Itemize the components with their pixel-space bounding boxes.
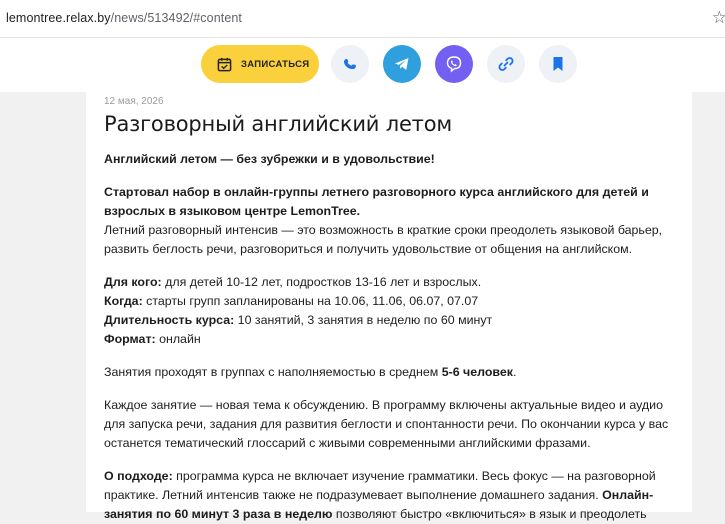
telegram-button[interactable] <box>383 45 421 83</box>
bookmark-icon <box>553 57 563 71</box>
bookmark-star-icon[interactable]: ☆ <box>712 8 725 28</box>
bookmark-button[interactable] <box>539 45 577 83</box>
fact-label-duration: Длительность курса: <box>104 313 235 327</box>
approach-text: программа курса не включает изучение гра… <box>104 469 656 502</box>
fact-label-format: Формат: <box>104 332 156 346</box>
lesson-paragraph: Каждое занятие — новая тема к обсуждению… <box>104 398 669 450</box>
fact-value-duration: 10 занятий, 3 занятия в неделю по 60 мин… <box>234 313 493 327</box>
phone-icon <box>343 58 356 69</box>
address-bar[interactable]: lemontree.relax.by/news/513492/#content … <box>0 0 725 38</box>
facts-block: Для кого: для детей 10-12 лет, подростко… <box>104 273 674 349</box>
article-date: 12 мая, 2026 <box>104 96 164 107</box>
approach-end: позволяют быстро «включиться» в язык и п… <box>332 507 647 521</box>
calendar-icon <box>217 57 232 71</box>
fact-value-format: онлайн <box>155 332 201 346</box>
telegram-icon <box>395 58 409 70</box>
intro-text: Летний разговорный интенсив — это возмож… <box>104 223 663 256</box>
url-path: /news/513492/#content <box>110 11 243 25</box>
url-host: lemontree.relax.by <box>6 11 111 25</box>
article-title: Разговорный английский летом <box>104 112 452 136</box>
groups-paragraph: Занятия проходят в группах с наполняемос… <box>104 363 674 382</box>
fact-label-audience: Для кого: <box>104 275 162 289</box>
approach-label: О подходе: <box>104 469 173 483</box>
phone-button[interactable] <box>331 45 369 83</box>
link-icon <box>498 57 514 71</box>
groups-size: 5-6 человек <box>441 365 513 379</box>
lead-text: Английский летом — без зубрежки и в удов… <box>104 152 435 166</box>
action-toolbar: ЗАПИСАТЬСЯ <box>0 38 725 92</box>
fact-value-when: старты групп запланированы на 10.06, 11.… <box>142 294 479 308</box>
signup-button[interactable]: ЗАПИСАТЬСЯ <box>201 45 319 83</box>
groups-end: . <box>512 365 517 379</box>
viber-button[interactable] <box>435 45 473 83</box>
fact-value-audience: для детей 10-12 лет, подростков 13-16 ле… <box>161 275 482 289</box>
article-content: 12 мая, 2026 Разговорный английский лето… <box>104 96 674 524</box>
fact-label-when: Когда: <box>104 294 143 308</box>
lead-paragraph: Английский летом — без зубрежки и в удов… <box>104 150 674 169</box>
approach-paragraph: О подходе: программа курса не включает и… <box>104 467 674 524</box>
groups-text: Занятия проходят в группах с наполняемос… <box>104 365 442 379</box>
viber-icon <box>446 56 462 73</box>
url-text[interactable]: lemontree.relax.by/news/513492/#content <box>6 11 242 25</box>
intro-paragraph: Стартовал набор в онлайн-группы летнего … <box>104 183 674 259</box>
intro-bold-text: Стартовал набор в онлайн-группы летнего … <box>104 185 649 218</box>
copy-link-button[interactable] <box>487 45 525 83</box>
signup-label: ЗАПИСАТЬСЯ <box>241 58 310 70</box>
